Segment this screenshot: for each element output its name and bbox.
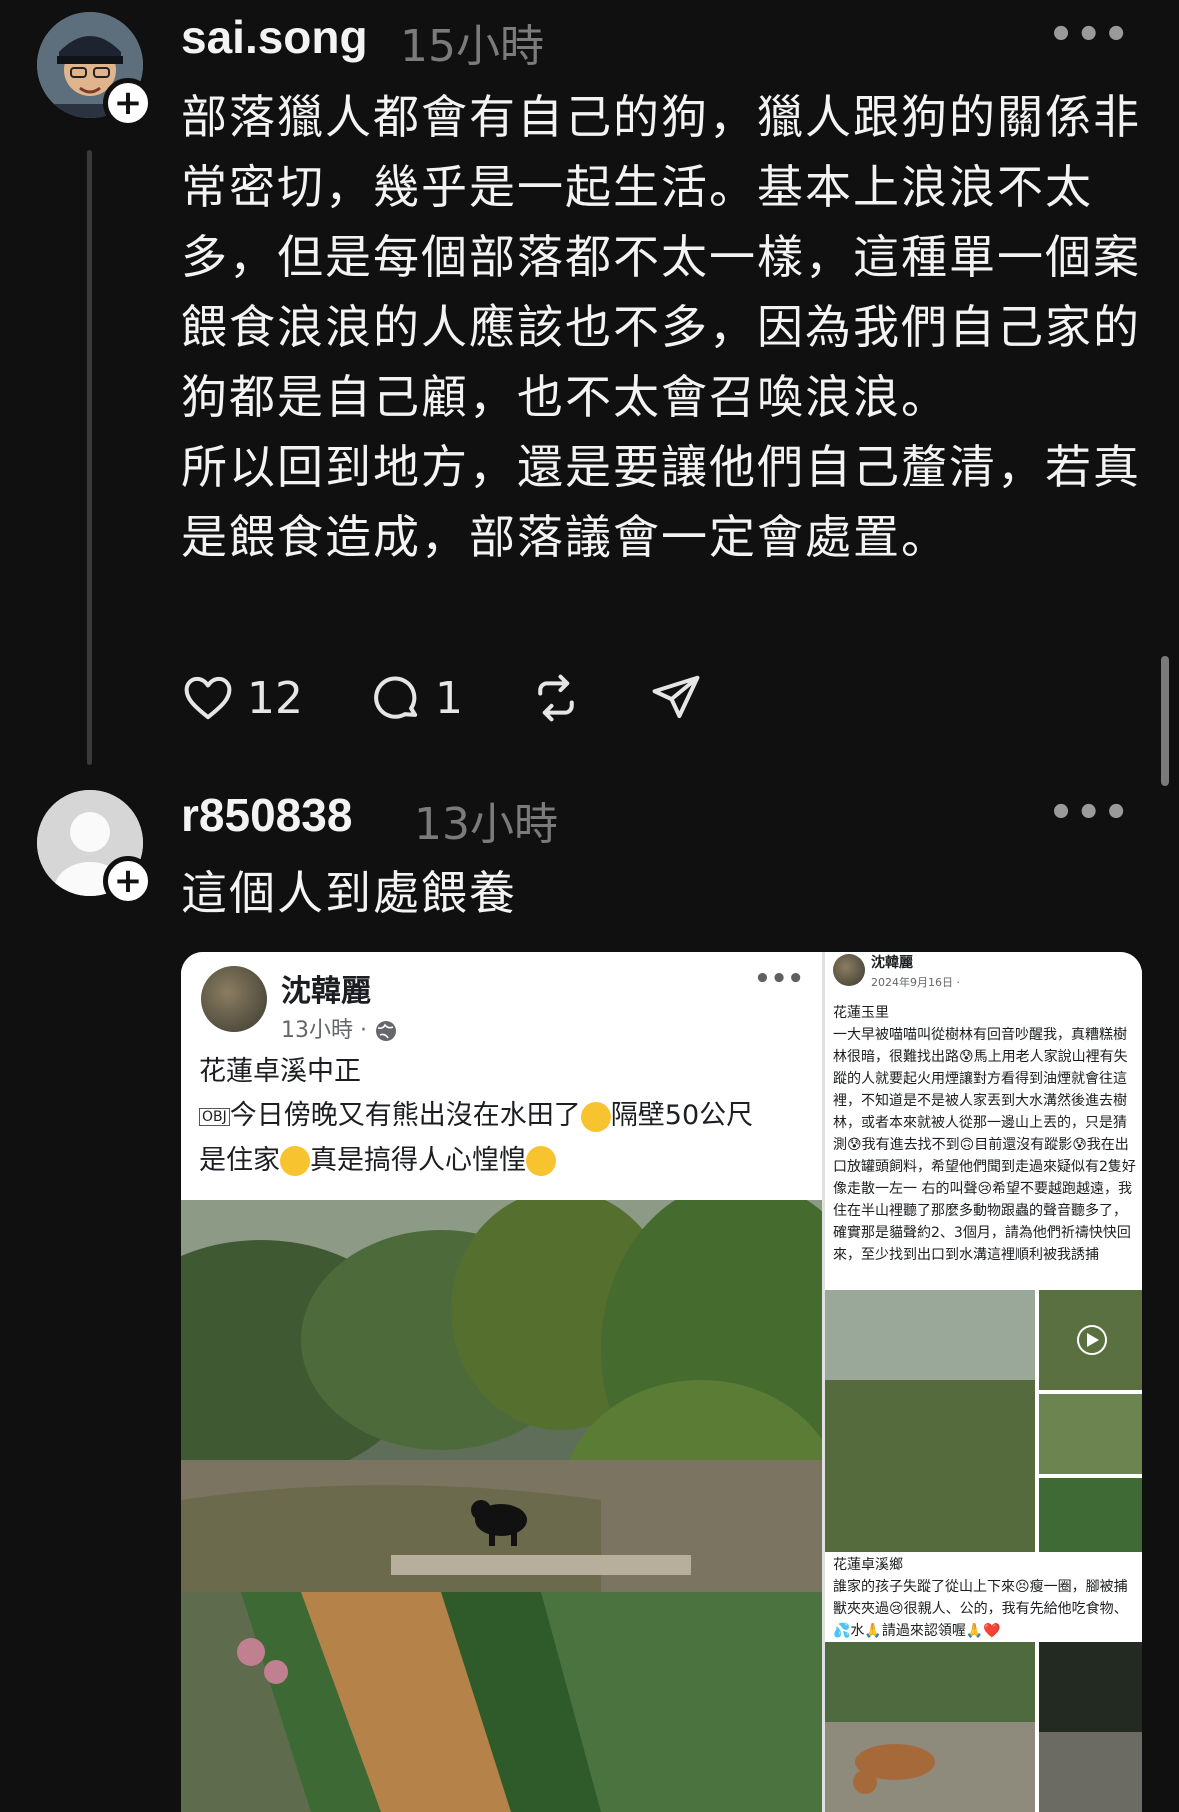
fb-post-time: 13小時 · bbox=[281, 1018, 374, 1043]
post-paragraph-2: 所以回到地方，還是要讓他們自己釐清，若真是餵食造成，部落議會一定會處置。 bbox=[181, 440, 1141, 564]
post-paragraph-1: 部落獵人都會有自己的狗，獵人跟狗的關係非常密切，幾乎是一起生活。基本上浪浪不太多… bbox=[181, 90, 1141, 424]
fb-line-2: OBJ 今日傍晚又有熊出沒在水田了 隔壁50公尺 bbox=[199, 1094, 809, 1139]
bear-in-field-photo bbox=[181, 1200, 822, 1592]
fb-avatar bbox=[201, 966, 267, 1032]
comment-count: 1 bbox=[435, 672, 463, 724]
screaming-emoji-icon bbox=[526, 1146, 556, 1176]
username[interactable]: sai.song bbox=[181, 10, 368, 64]
fb-post-date: 2024年9月16日 · bbox=[871, 976, 960, 989]
send-icon bbox=[652, 675, 700, 719]
fb-post-meta: 13小時 · bbox=[281, 1012, 398, 1044]
follow-plus-icon[interactable]: + bbox=[103, 856, 153, 906]
fb-line-1: 花蓮卓溪中正 bbox=[199, 1056, 361, 1087]
more-options-icon[interactable]: ••• bbox=[1048, 790, 1131, 836]
post-body: 這個人到處餵養 bbox=[181, 866, 517, 920]
post-time: 15小時 bbox=[400, 21, 544, 72]
dog-photo-grid bbox=[825, 1642, 1142, 1812]
fb-more-icon: ••• bbox=[754, 964, 804, 994]
fb-post-right: 沈韓麗 2024年9月16日 · 花蓮玉里 一大早被喵喵叫從樹林有回音吵醒我，真… bbox=[822, 952, 1142, 1812]
follow-plus-icon[interactable]: + bbox=[103, 78, 153, 128]
fb-post-text: 花蓮卓溪中正 OBJ 今日傍晚又有熊出沒在水田了 隔壁50公尺 是住家 真是搞得人心惶… bbox=[199, 1050, 809, 1183]
comment-button[interactable]: 1 bbox=[369, 671, 463, 725]
more-options-icon[interactable]: ••• bbox=[1048, 12, 1131, 58]
fb-author-name: 沈韓麗 bbox=[281, 974, 371, 1009]
like-count: 12 bbox=[247, 672, 303, 724]
repost-icon bbox=[538, 674, 574, 722]
fb-post-left: 沈韓麗 13小時 · ••• 花蓮卓溪中正 OBJ 今日傍晚又有熊出沒在水田了 隔壁… bbox=[181, 952, 822, 1812]
comment-bubble-icon bbox=[374, 676, 418, 719]
thread-connector-line bbox=[87, 150, 92, 765]
fb-post-text-2: 花蓮卓溪鄉 誰家的孩子失蹤了從山上下來😣瘦一圈，腳被捕獸夾夾過😢很親人、公的，我… bbox=[833, 1557, 1128, 1639]
like-button[interactable]: 12 bbox=[181, 671, 303, 725]
fb-post-text: 花蓮玉里 一大早被喵喵叫從樹林有回音吵醒我，真糟糕樹林很暗，很難找出路😰馬上用老… bbox=[833, 1005, 1136, 1263]
forest-photo-grid bbox=[825, 1290, 1142, 1552]
crying-emoji-icon bbox=[280, 1146, 310, 1176]
fb-avatar bbox=[833, 954, 865, 986]
username[interactable]: r850838 bbox=[181, 788, 352, 842]
heart-icon bbox=[184, 676, 232, 720]
post-time: 13小時 bbox=[414, 799, 558, 850]
attached-image[interactable]: 沈韓麗 13小時 · ••• 花蓮卓溪中正 OBJ 今日傍晚又有熊出沒在水田了 隔壁… bbox=[181, 952, 1142, 1812]
scrollbar[interactable] bbox=[1161, 656, 1169, 786]
repost-button[interactable] bbox=[529, 671, 583, 725]
globe-icon bbox=[375, 1021, 396, 1041]
action-bar: 12 1 bbox=[181, 668, 769, 728]
obj-placeholder-icon: OBJ bbox=[199, 1107, 230, 1126]
sad-emoji-icon bbox=[580, 1101, 611, 1132]
share-button[interactable] bbox=[649, 671, 703, 725]
pet-food-photo bbox=[181, 1592, 822, 1812]
post-body: 部落獵人都會有自己的狗，獵人跟狗的關係非常密切，幾乎是一起生活。基本上浪浪不太多… bbox=[181, 82, 1146, 572]
fb-line-3: 是住家 真是搞得人心惶惶 bbox=[199, 1139, 809, 1183]
fb-author-name: 沈韓麗 bbox=[871, 955, 913, 971]
